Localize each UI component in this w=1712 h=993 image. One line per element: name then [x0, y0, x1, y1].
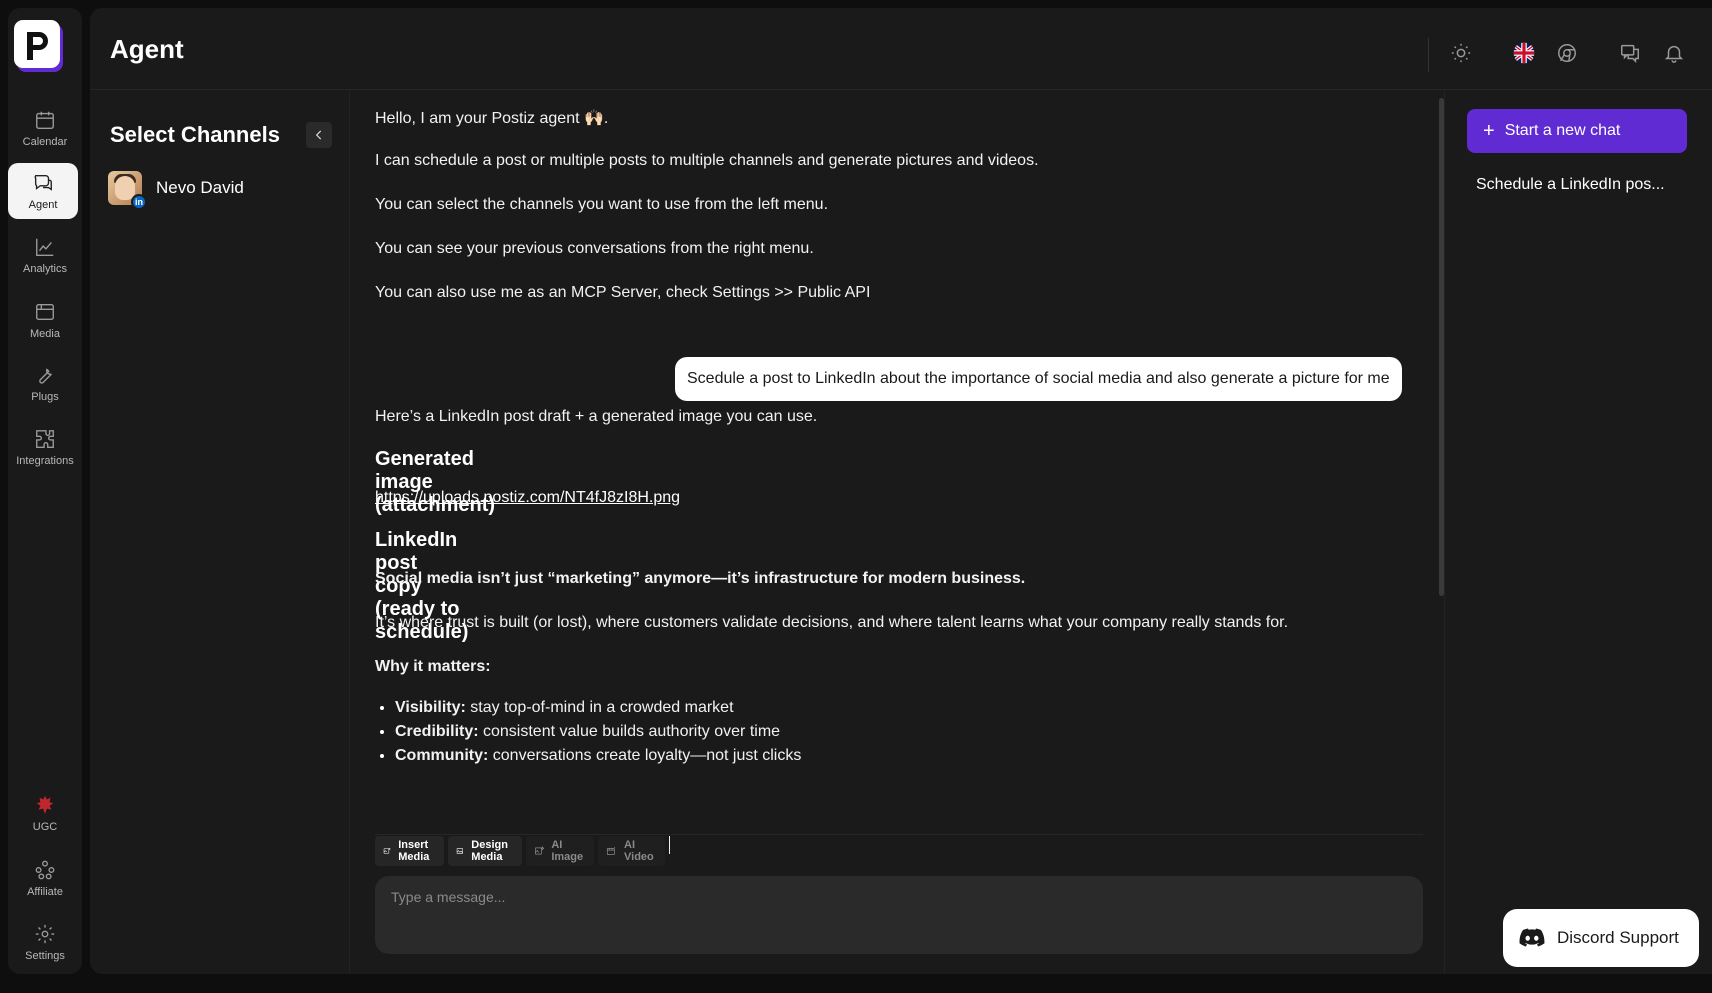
nav-label: Agent — [28, 198, 58, 211]
channel-item[interactable]: in Nevo David — [108, 168, 328, 210]
nav-label: UGC — [32, 820, 58, 833]
discord-icon — [1519, 928, 1545, 947]
reply-paragraph: It’s where trust is built (or lost), whe… — [375, 614, 1289, 631]
gear-icon — [35, 924, 55, 943]
composer-toolbar: Insert Media Design Media AI Image AI Vi… — [375, 836, 671, 866]
nav-calendar[interactable]: Calendar — [8, 100, 82, 156]
reply-bullets: Visibility: stay top-of-mind in a crowde… — [395, 696, 801, 768]
nav-label: Analytics — [22, 262, 68, 275]
nav-analytics[interactable]: Analytics — [8, 227, 82, 283]
left-nav: Calendar Agent Analytics Media Plugs Int… — [8, 8, 82, 974]
text-cursor — [669, 836, 671, 854]
chevron-left-icon — [315, 130, 322, 140]
user-message-bubble: Scedule a post to LinkedIn about the imp… — [675, 357, 1402, 401]
agent-intro-line: You can see your previous conversations … — [375, 240, 814, 257]
ai-video-icon — [607, 846, 616, 855]
agent-intro-line: Hello, I am your Postiz agent 🙌🏻. — [375, 110, 609, 127]
nav-media[interactable]: Media — [8, 292, 82, 348]
nav-label: Media — [30, 327, 60, 340]
generated-image-link[interactable]: https://uploads.postiz.com/NT4fJ8zI8H.pn… — [375, 489, 680, 507]
nav-label: Calendar — [22, 135, 68, 148]
design-media-button[interactable]: Design Media — [447, 836, 522, 866]
page-title: Agent — [110, 34, 184, 64]
nav-label: Affiliate — [27, 885, 63, 898]
plus-icon: + — [1483, 119, 1495, 142]
channels-title: Select Channels — [110, 122, 280, 147]
agent-intro-line: I can schedule a post or multiple posts … — [375, 152, 1039, 169]
design-icon — [456, 848, 463, 854]
nav-agent[interactable]: Agent — [8, 163, 78, 219]
nav-label: Integrations — [16, 454, 74, 467]
composer-divider — [375, 834, 1423, 835]
chart-line-icon — [36, 238, 54, 256]
history-item[interactable]: Schedule a LinkedIn pos... — [1476, 176, 1681, 194]
discord-support-button[interactable]: Discord Support — [1503, 909, 1699, 967]
list-item: Community: conversations create loyalty—… — [395, 744, 801, 768]
affiliate-icon — [35, 860, 55, 879]
message-input[interactable] — [375, 876, 1423, 954]
messages-icon[interactable] — [1617, 40, 1643, 66]
ai-video-button[interactable]: AI Video — [598, 836, 666, 866]
new-chat-label: Start a new chat — [1504, 122, 1621, 139]
ai-image-icon — [534, 846, 545, 855]
nav-settings[interactable]: Settings — [8, 914, 82, 970]
top-header: Agent — [90, 8, 1712, 90]
ai-image-button[interactable]: AI Image — [525, 836, 595, 866]
chat-bubbles-icon — [34, 174, 52, 191]
nav-plugs[interactable]: Plugs — [8, 355, 82, 411]
message-composer[interactable] — [375, 876, 1423, 954]
list-item: Credibility: consistent value builds aut… — [395, 720, 801, 744]
nav-label: Settings — [25, 949, 65, 962]
language-uk-flag-icon[interactable] — [1511, 40, 1537, 66]
header-divider — [1428, 38, 1429, 72]
reply-lead: Here’s a LinkedIn post draft + a generat… — [375, 408, 818, 425]
start-new-chat-button[interactable]: + Start a new chat — [1467, 109, 1687, 153]
app: Calendar Agent Analytics Media Plugs Int… — [0, 0, 1712, 993]
image-add-icon — [383, 847, 391, 854]
agent-intro-line: You can select the channels you want to … — [375, 196, 829, 213]
channel-name: Nevo David — [156, 178, 244, 197]
linkedin-icon: in — [131, 194, 147, 210]
agent-intro-line: You can also use me as an MCP Server, ch… — [375, 284, 871, 301]
calendar-icon — [36, 111, 54, 129]
nav-integrations[interactable]: Integrations — [8, 419, 82, 475]
media-icon — [36, 303, 54, 320]
chrome-extension-icon[interactable] — [1554, 40, 1580, 66]
puzzle-icon — [36, 429, 54, 448]
insert-media-button[interactable]: Insert Media — [375, 836, 444, 866]
history-panel: + Start a new chat Schedule a LinkedIn p… — [1444, 90, 1712, 974]
avatar: in — [108, 171, 147, 210]
nav-label: Plugs — [31, 390, 59, 403]
collapse-channels-button[interactable] — [306, 122, 332, 148]
nav-ugc[interactable]: UGC — [8, 785, 82, 841]
ugc-logo-icon — [36, 795, 54, 814]
wrench-icon — [39, 368, 52, 384]
postiz-logo[interactable] — [11, 18, 69, 76]
bell-icon[interactable] — [1661, 40, 1687, 66]
channels-panel: Select Channels in Nevo David — [90, 90, 350, 974]
discord-label: Discord Support — [1557, 928, 1679, 947]
reply-why-heading: Why it matters: — [375, 658, 491, 675]
list-item: Visibility: stay top-of-mind in a crowde… — [395, 696, 801, 720]
reply-bold-line: Social media isn’t just “marketing” anym… — [375, 570, 1026, 587]
theme-toggle-sun-icon[interactable] — [1448, 40, 1474, 66]
nav-affiliate[interactable]: Affiliate — [8, 850, 82, 906]
